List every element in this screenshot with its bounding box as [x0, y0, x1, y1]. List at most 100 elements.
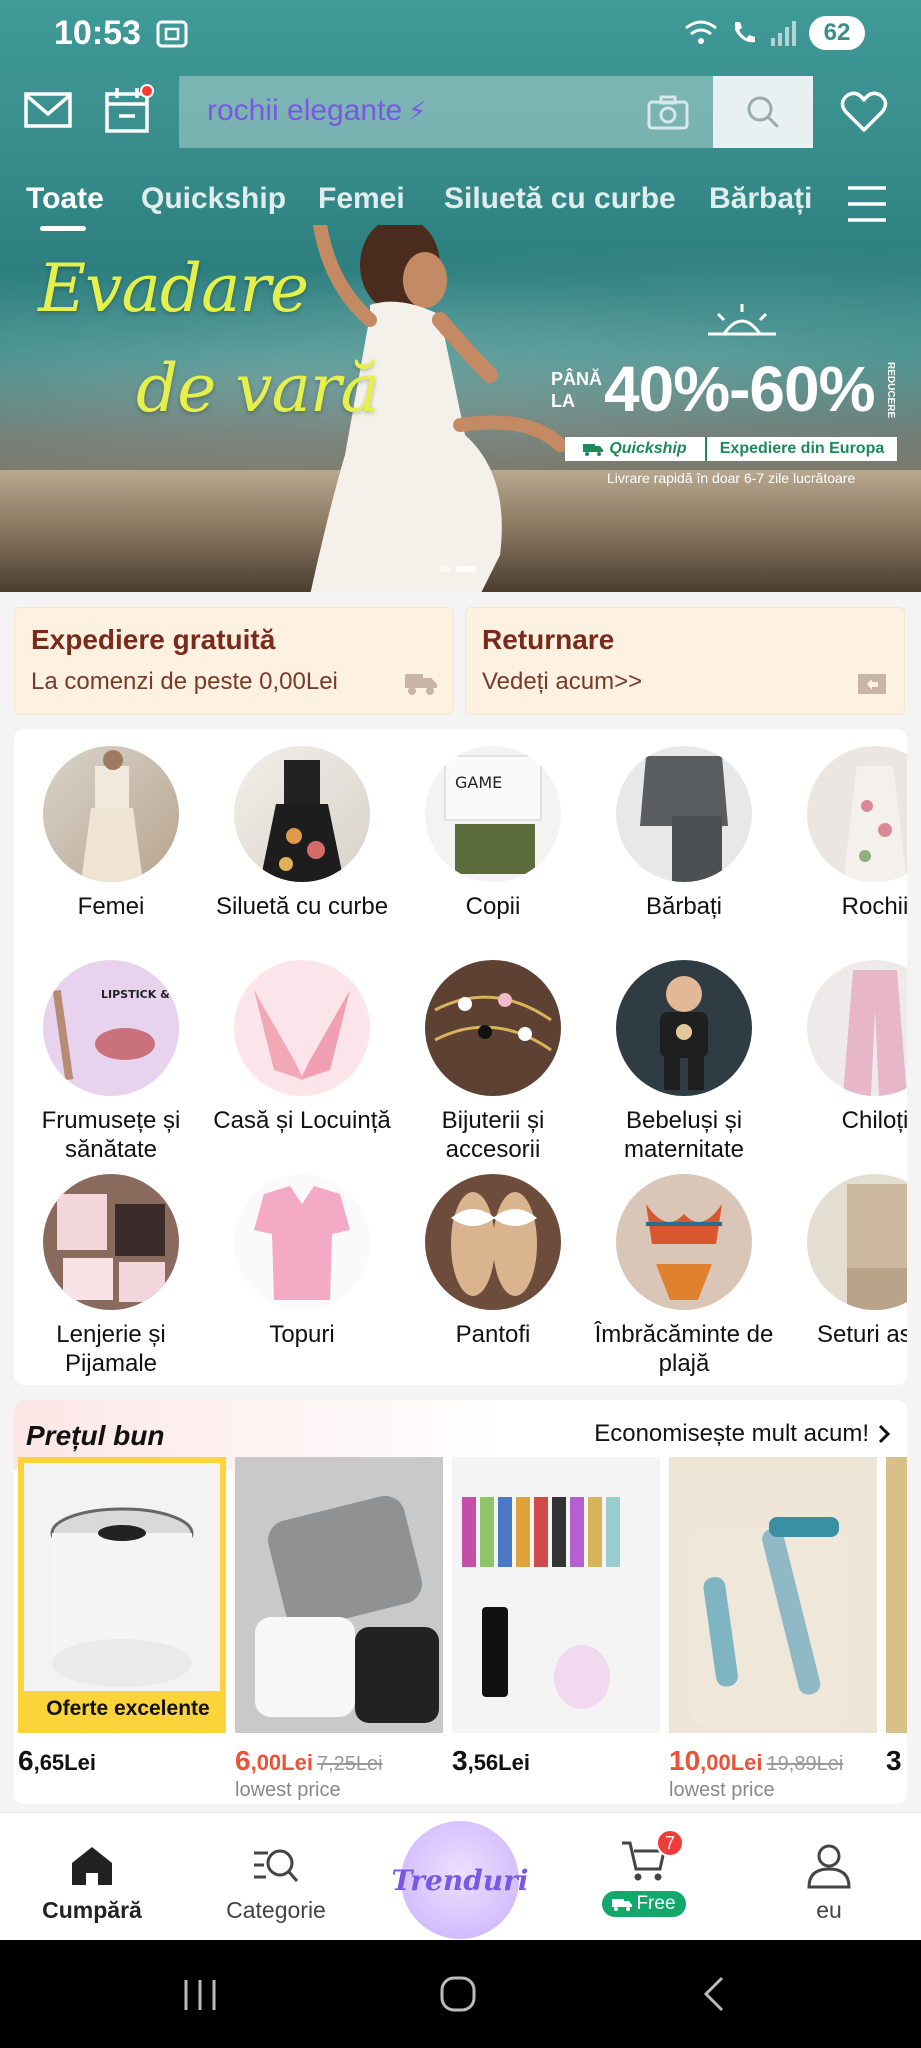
chevron-right-icon [878, 1424, 891, 1444]
category-chiloti[interactable]: Chiloți [780, 960, 907, 1135]
product-image [235, 1457, 443, 1733]
free-shipping-card[interactable]: Expediere gratuită La comenzi de peste 0… [14, 607, 454, 715]
quickship-label: Quickship [609, 440, 687, 457]
search-input[interactable]: rochii elegante ⚡ [207, 94, 426, 128]
price-integer: 6 [235, 1745, 251, 1776]
deals-link-label: Economisește mult acum! [594, 1420, 869, 1447]
product-card[interactable]: 6,00Lei 7,25Lei lowest price [235, 1457, 443, 1802]
category-silueta-cu-curbe[interactable]: Siluetă cu curbe [207, 746, 397, 921]
recent-apps-icon[interactable] [170, 1970, 230, 2018]
wishlist-heart-icon[interactable] [840, 90, 888, 134]
category-image [425, 1174, 561, 1310]
nav-me[interactable]: eu [754, 1813, 904, 1941]
product-price: 3 [886, 1745, 907, 1777]
category-casa[interactable]: Casă și Locuință [207, 960, 397, 1135]
shipping-truck-icon [405, 674, 437, 695]
top-bar: rochii elegante ⚡ [0, 72, 921, 152]
category-image [616, 1174, 752, 1310]
category-bijuterii[interactable]: Bijuterii și accesorii [398, 960, 588, 1164]
truck-icon [612, 1899, 633, 1911]
category-topuri[interactable]: Topuri [207, 1174, 397, 1349]
back-button-icon[interactable] [684, 1970, 744, 2018]
search-button[interactable] [713, 76, 813, 148]
nav-me-label: eu [816, 1897, 842, 1923]
category-plaja[interactable]: Îmbrăcăminte de plajă [589, 1174, 779, 1378]
search-query: rochii elegante [207, 94, 403, 127]
hero-banner[interactable]: 10:53 62 rochii elegante ⚡ Toate Quicksh… [0, 0, 921, 592]
baby-image [660, 976, 708, 1090]
category-bebelusi[interactable]: Bebeluși și maternitate [589, 960, 779, 1164]
mens-shirt-image [640, 756, 728, 882]
category-pantofi[interactable]: Pantofi [398, 1174, 588, 1349]
trending-bolt-icon: ⚡ [408, 96, 427, 126]
old-price: 19,89Lei [766, 1753, 844, 1775]
product-card[interactable]: 10,00Lei 19,89Lei lowest price [669, 1457, 877, 1802]
category-femei[interactable]: Femei [16, 746, 206, 921]
category-label: Pantofi [455, 1321, 531, 1348]
tab-toate[interactable]: Toate [26, 182, 104, 216]
price-integer: 10 [669, 1745, 701, 1776]
category-copii[interactable]: GAME Copii [398, 746, 588, 921]
nav-shop[interactable]: Cumpără [17, 1813, 167, 1941]
product-image [669, 1457, 877, 1733]
free-shipping-pill: Free [602, 1891, 686, 1917]
category-image [425, 960, 561, 1096]
drain-mat-image [235, 1457, 443, 1733]
carousel-dot-active [456, 566, 476, 572]
category-frumusete[interactable]: LIPSTICK & Frumusețe și sănătate [16, 960, 206, 1164]
product-image [452, 1457, 660, 1733]
category-label: Copii [465, 893, 521, 920]
nav-trending[interactable]: Trenduri [391, 1821, 529, 1939]
product-card[interactable]: 3,56Lei [452, 1457, 660, 1777]
dress-image [81, 750, 143, 882]
lowest-price-label: lowest price [669, 1779, 775, 1801]
notification-dot [140, 84, 154, 98]
nav-cart[interactable]: Free [569, 1813, 719, 1941]
category-lenjerie[interactable]: Lenjerie și Pijamale [16, 1174, 206, 1378]
home-button-icon[interactable] [428, 1970, 488, 2018]
tab-silueta-cu-curbe[interactable]: Siluetă cu curbe [444, 182, 676, 216]
knit-set-image [847, 1184, 907, 1310]
search-icon [747, 96, 779, 128]
category-tabs: Toate Quickship Femei Siluetă cu curbe B… [0, 182, 921, 242]
category-grid: Femei Siluetă cu curbe GAME Copii Bărbaț… [14, 729, 907, 1385]
tab-barbati[interactable]: Bărbați [709, 182, 812, 216]
category-image [234, 746, 370, 882]
deals-see-more-link[interactable]: Economisește mult acum! [594, 1420, 891, 1448]
sun-icon [708, 304, 776, 336]
tab-quickship[interactable]: Quickship [141, 182, 286, 216]
category-image [43, 746, 179, 882]
product-price: 3,56Lei [452, 1745, 660, 1777]
camera-icon[interactable] [647, 94, 689, 130]
svg-text:GAME: GAME [455, 773, 502, 792]
price-decimal: ,00Lei [250, 1750, 313, 1775]
returns-card[interactable]: Returnare Vedeți acum>> [465, 607, 905, 715]
product-price: 6,00Lei 7,25Lei [235, 1745, 443, 1777]
category-rochii[interactable]: Rochii [780, 746, 907, 921]
menu-icon[interactable] [846, 184, 888, 224]
tab-femei[interactable]: Femei [318, 182, 405, 216]
mail-icon[interactable] [24, 90, 72, 130]
sandals-image [451, 1192, 537, 1296]
category-label: Lenjerie și Pijamale [56, 1321, 166, 1377]
banner-title-line1: Evadare [38, 250, 309, 327]
category-label: Îmbrăcăminte de plajă [594, 1321, 774, 1377]
product-card[interactable]: 3 [886, 1457, 907, 1777]
category-label: Topuri [269, 1321, 335, 1348]
category-image [807, 960, 907, 1096]
screenshot-icon [156, 20, 188, 48]
category-barbati[interactable]: Bărbați [589, 746, 779, 921]
nav-category[interactable]: Categorie [201, 1813, 351, 1941]
signal-icon [771, 21, 796, 46]
price-integer: 6 [18, 1745, 34, 1776]
search-bar[interactable]: rochii elegante ⚡ [179, 76, 813, 148]
product-price: 10,00Lei 19,89Lei [669, 1745, 877, 1777]
product-card[interactable]: Oferte excelente 6,65Lei [18, 1457, 226, 1777]
category-seturi[interactable]: Seturi asor [780, 1174, 907, 1349]
category-label: Frumusețe și sănătate [41, 1107, 181, 1163]
home-icon [72, 1847, 112, 1885]
deals-title: Prețul bun [26, 1420, 165, 1451]
carousel-dots [440, 566, 476, 572]
old-price: 7,25Lei [316, 1753, 383, 1775]
category-image: LIPSTICK & [43, 960, 179, 1096]
